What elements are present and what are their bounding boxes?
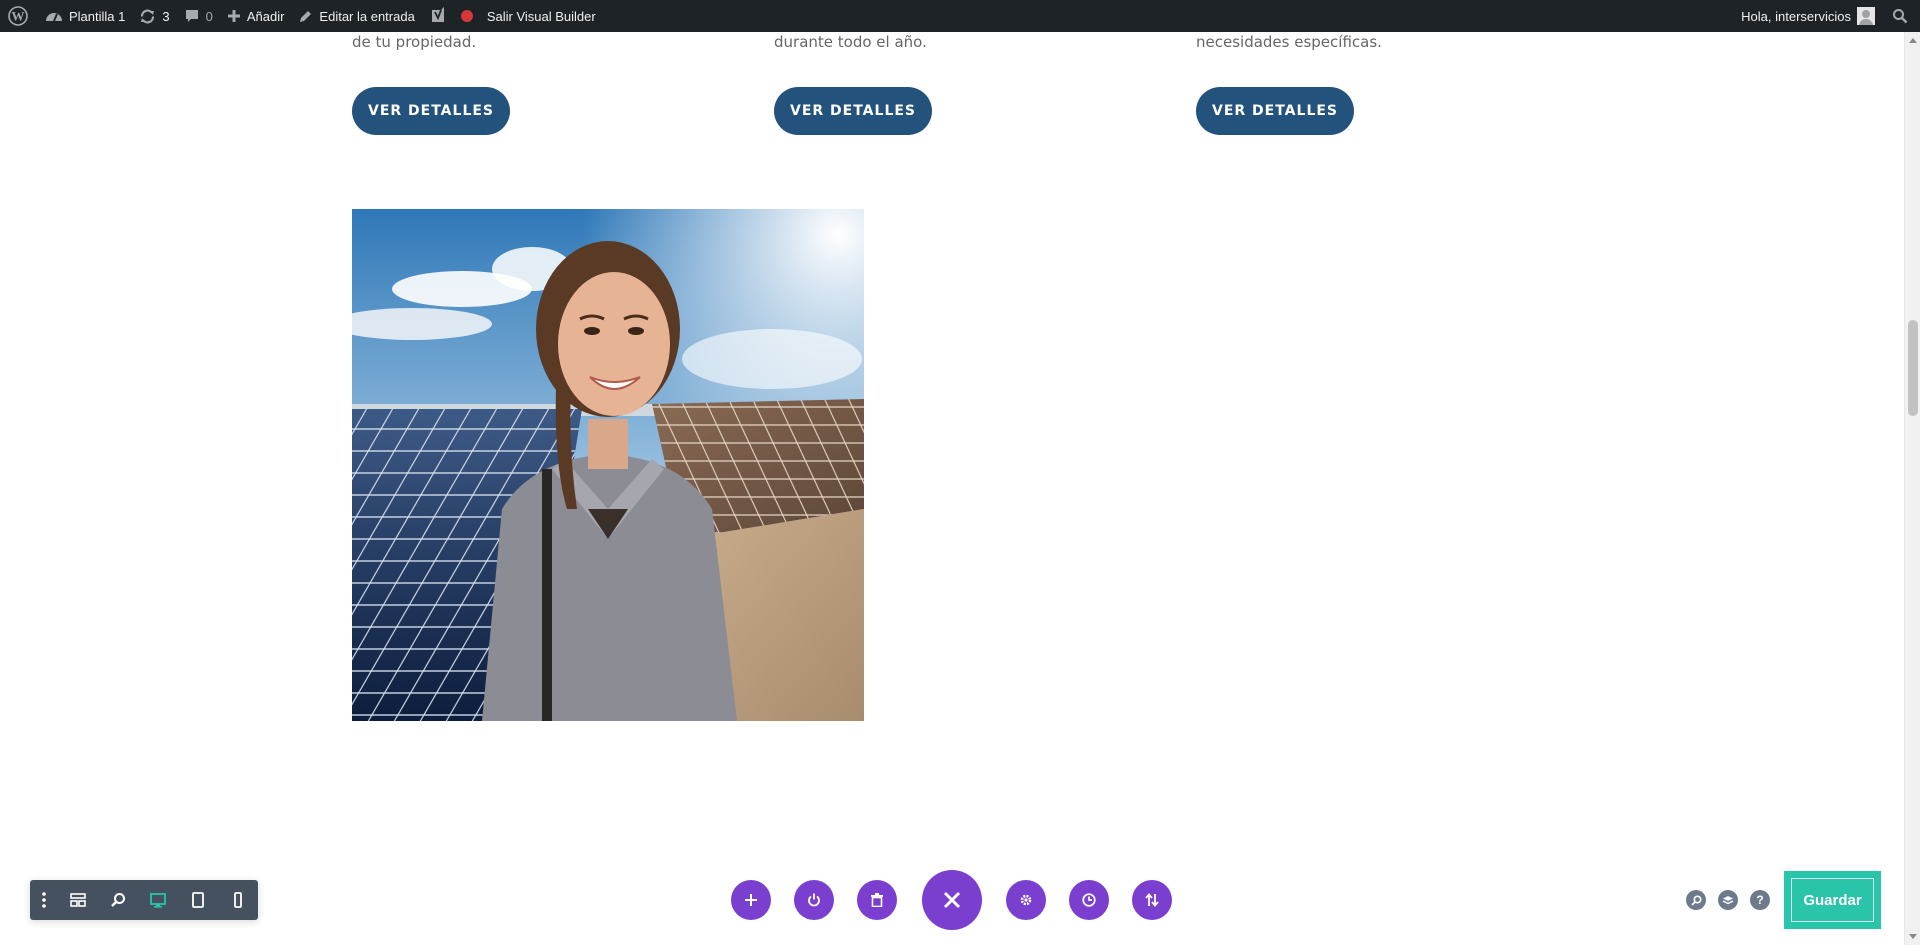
avatar <box>1857 7 1875 25</box>
layers-icon <box>1722 895 1734 904</box>
add-new-menu[interactable]: Añadir <box>220 0 292 32</box>
phone-icon <box>234 892 242 908</box>
plus-icon <box>745 894 757 906</box>
find-replace-button[interactable] <box>1686 890 1706 910</box>
trash-icon <box>871 893 883 907</box>
page-settings-button[interactable] <box>1006 880 1046 920</box>
wireframe-view-button[interactable] <box>58 880 98 920</box>
save-button[interactable]: Guardar <box>1784 871 1881 929</box>
divi-page-settings-bar <box>30 880 258 920</box>
greeting-label: Hola, interservicios <box>1741 8 1851 24</box>
search-icon <box>1690 894 1702 906</box>
edit-post-label: Editar la entrada <box>319 8 415 24</box>
save-label: Guardar <box>1791 878 1874 922</box>
ver-detalles-button-3[interactable]: VER DETALLES <box>1196 87 1354 135</box>
layers-button[interactable] <box>1718 890 1738 910</box>
sort-arrows-icon <box>1145 893 1159 907</box>
column-3-text: necesidades específicas. <box>1196 33 1382 51</box>
comments-count: 0 <box>205 8 213 24</box>
admin-search[interactable] <box>1882 0 1920 32</box>
tablet-icon <box>192 892 204 908</box>
close-icon <box>943 891 961 909</box>
add-module-button[interactable] <box>731 880 771 920</box>
red-status-icon <box>460 10 473 22</box>
ver-detalles-button-2[interactable]: VER DETALLES <box>774 87 932 135</box>
tablet-view-button[interactable] <box>178 880 218 920</box>
vertical-dots-icon <box>42 892 46 908</box>
pencil-icon <box>298 9 313 24</box>
zoom-icon <box>111 893 125 907</box>
page-scrollbar[interactable] <box>1904 32 1920 945</box>
add-new-label: Añadir <box>246 8 285 24</box>
load-layout-button[interactable] <box>794 880 834 920</box>
site-name-menu[interactable]: Plantilla 1 <box>38 0 132 32</box>
updates-icon <box>139 8 156 25</box>
page-content: de tu propiedad. durante todo el año. ne… <box>0 32 1904 945</box>
plus-icon <box>227 9 241 23</box>
updates-count: 3 <box>162 8 170 24</box>
exit-visual-builder-link[interactable]: Salir Visual Builder <box>480 0 603 32</box>
desktop-icon <box>150 892 166 908</box>
wireframe-icon <box>70 893 86 907</box>
my-account-menu[interactable]: Hola, interservicios <box>1734 0 1882 32</box>
edit-post-link[interactable]: Editar la entrada <box>291 0 421 32</box>
solar-panels-woman-image <box>352 209 864 721</box>
scroll-up-icon[interactable] <box>1909 38 1917 43</box>
clear-layout-button[interactable] <box>857 880 897 920</box>
clock-icon <box>1082 893 1096 907</box>
help-button[interactable]: ? <box>1750 890 1770 910</box>
gear-icon <box>1020 894 1032 906</box>
column-1-text: de tu propiedad. <box>352 33 477 51</box>
site-name-label: Plantilla 1 <box>69 8 126 24</box>
seo-status-dot <box>454 0 480 32</box>
close-settings-button[interactable] <box>922 870 982 930</box>
svg-text:W: W <box>12 9 25 24</box>
wordpress-logo-icon[interactable]: W <box>0 0 38 32</box>
scrollbar-thumb[interactable] <box>1908 320 1918 416</box>
yoast-icon <box>429 7 447 25</box>
comments-menu[interactable]: 0 <box>177 0 220 32</box>
exit-builder-label: Salir Visual Builder <box>486 8 596 24</box>
admin-bar: W Plantilla 1 3 0 Añadir Editar la entra… <box>0 0 1920 32</box>
updates-menu[interactable]: 3 <box>132 0 176 32</box>
yoast-menu[interactable] <box>422 0 454 32</box>
search-icon <box>1892 8 1908 24</box>
zoom-button[interactable] <box>98 880 138 920</box>
desktop-view-button[interactable] <box>138 880 178 920</box>
admin-bar-secondary: Hola, interservicios <box>1734 0 1920 32</box>
scroll-down-icon[interactable] <box>1909 934 1917 939</box>
history-button[interactable] <box>1069 880 1109 920</box>
page-settings-menu-button[interactable] <box>30 880 58 920</box>
portability-button[interactable] <box>1132 880 1172 920</box>
comment-icon <box>184 8 200 24</box>
column-2-text: durante todo el año. <box>774 33 927 51</box>
power-icon <box>808 893 820 907</box>
phone-view-button[interactable] <box>218 880 258 920</box>
dashboard-icon <box>45 8 63 24</box>
ver-detalles-button-1[interactable]: VER DETALLES <box>352 87 510 135</box>
